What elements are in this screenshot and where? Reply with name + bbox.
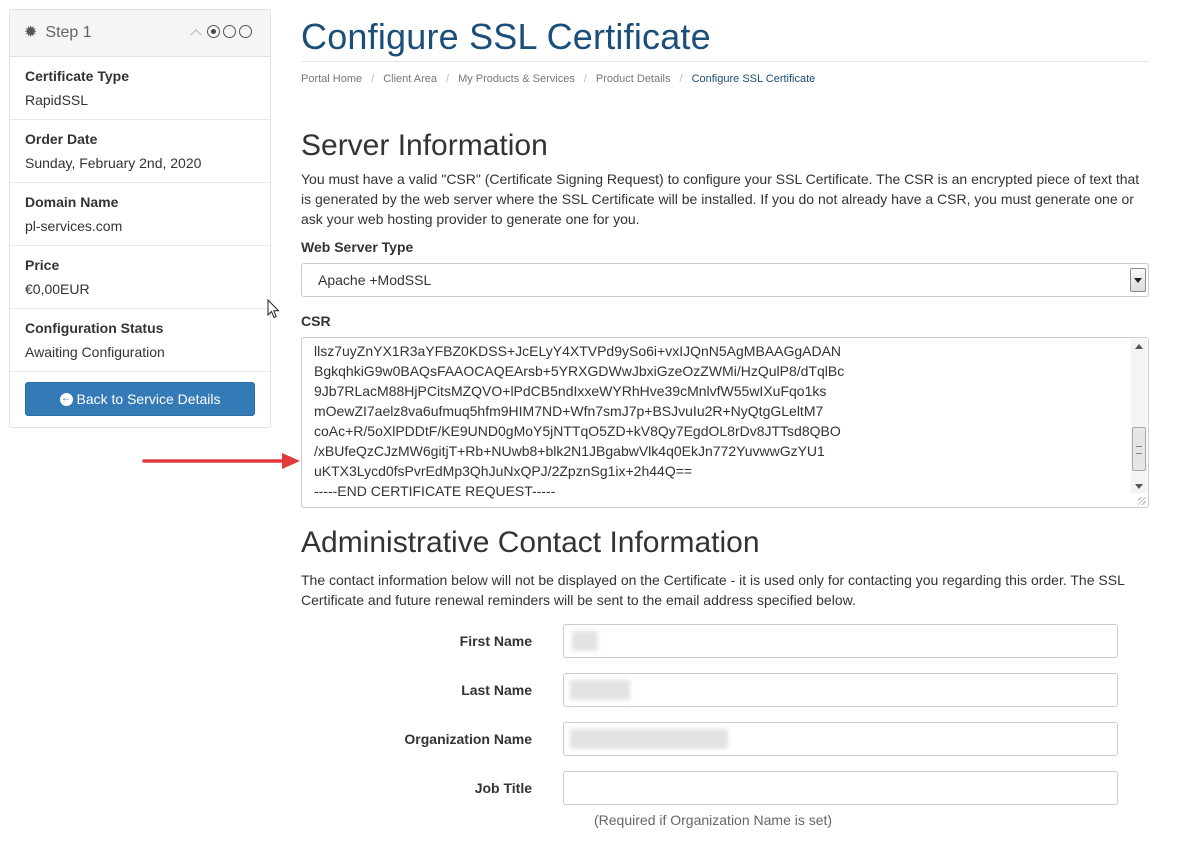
back-button-label: Back to Service Details: [76, 391, 221, 407]
server-information-heading: Server Information: [301, 129, 548, 162]
csr-textarea[interactable]: llsz7uyZnYX1R3aYFBZ0KDSS+JcELyY4XTVPd9yS…: [301, 337, 1149, 508]
organization-name-row: Organization Name: [301, 722, 1149, 756]
sidebar-item-domain-name: Domain Name pl-services.com: [10, 183, 270, 246]
breadcrumb: Portal Home / Client Area / My Products …: [301, 72, 1149, 86]
breadcrumb-separator: /: [583, 73, 587, 85]
csr-label: CSR: [301, 313, 331, 329]
csr-text: llsz7uyZnYX1R3aYFBZ0KDSS+JcELyY4XTVPd9yS…: [314, 343, 845, 499]
sidebar-item-label: Domain Name: [25, 194, 119, 210]
gear-icon: ✹: [24, 24, 38, 41]
breadcrumb-current: Configure SSL Certificate: [691, 73, 816, 85]
job-title-label: Job Title: [474, 780, 532, 796]
scroll-up-icon[interactable]: [1135, 344, 1143, 349]
scrollbar-thumb[interactable]: [1132, 427, 1146, 471]
step-title: Step 1: [45, 24, 92, 41]
breadcrumb-client-area[interactable]: Client Area: [383, 73, 437, 85]
sidebar-item-label: Order Date: [25, 131, 98, 147]
sidebar-item-value: RapidSSL: [25, 92, 89, 108]
last-name-row: Last Name: [301, 673, 1149, 707]
web-server-type-value: Apache +ModSSL: [318, 272, 432, 288]
sidebar-panel: ✹ Step 1 Certificate Type RapidSSL Order…: [9, 9, 271, 428]
breadcrumb-product-details[interactable]: Product Details: [596, 73, 671, 85]
sidebar-item-label: Configuration Status: [25, 320, 164, 336]
sidebar-item-price: Price €0,00EUR: [10, 246, 270, 309]
sidebar-item-order-date: Order Date Sunday, February 2nd, 2020: [10, 120, 270, 183]
organization-name-field[interactable]: [563, 722, 1118, 756]
sidebar-item-value: Awaiting Configuration: [25, 344, 165, 360]
sidebar-header: ✹ Step 1: [10, 10, 270, 57]
scroll-down-icon[interactable]: [1135, 484, 1143, 489]
sidebar-item-value: €0,00EUR: [25, 281, 90, 297]
breadcrumb-separator: /: [371, 73, 375, 85]
step-dot-1: [207, 25, 220, 38]
sidebar-item-value: pl-services.com: [25, 218, 123, 234]
sidebar-item-value: Sunday, February 2nd, 2020: [25, 155, 202, 171]
back-to-service-details-button[interactable]: ← Back to Service Details: [25, 382, 255, 416]
sidebar-item-label: Certificate Type: [25, 68, 129, 84]
last-name-label: Last Name: [461, 682, 532, 698]
breadcrumb-separator: /: [446, 73, 450, 85]
last-name-field[interactable]: [563, 673, 1118, 707]
step-indicator: [190, 25, 252, 40]
redacted-value: [572, 631, 598, 651]
step-dot-3: [239, 25, 252, 38]
job-title-field[interactable]: [563, 771, 1118, 805]
first-name-label: First Name: [459, 633, 532, 649]
organization-name-label: Organization Name: [404, 731, 532, 747]
chevron-down-icon[interactable]: [1130, 268, 1146, 292]
breadcrumb-my-products-services[interactable]: My Products & Services: [458, 73, 575, 85]
title-divider: [301, 61, 1149, 62]
arrow-left-circle-icon: ←: [59, 392, 73, 406]
chevron-up-icon: [190, 28, 202, 40]
main-content: Configure SSL Certificate Portal Home / …: [301, 0, 1149, 828]
breadcrumb-separator: /: [679, 73, 683, 85]
admin-contact-description: The contact information below will not b…: [301, 572, 1125, 608]
step-dot-2: [223, 25, 236, 38]
csr-scrollbar[interactable]: [1131, 339, 1147, 493]
annotation-arrow-icon: [142, 453, 300, 469]
web-server-type-label: Web Server Type: [301, 239, 414, 255]
sidebar-footer: ← Back to Service Details: [10, 372, 270, 427]
job-title-row: Job Title: [301, 771, 1149, 805]
sidebar-item-configuration-status: Configuration Status Awaiting Configurat…: [10, 309, 270, 372]
resize-handle-icon[interactable]: [1138, 497, 1146, 505]
web-server-type-select[interactable]: Apache +ModSSL: [301, 263, 1149, 297]
job-title-hint: (Required if Organization Name is set): [594, 812, 833, 828]
redacted-value: [570, 729, 728, 749]
redacted-value: [570, 680, 630, 700]
admin-contact-heading: Administrative Contact Information: [301, 526, 760, 559]
first-name-field[interactable]: [563, 624, 1118, 658]
breadcrumb-portal-home[interactable]: Portal Home: [301, 73, 362, 85]
page-title: Configure SSL Certificate: [301, 16, 711, 57]
first-name-row: First Name: [301, 624, 1149, 658]
sidebar-item-label: Price: [25, 257, 60, 273]
mouse-cursor-icon: [267, 299, 280, 319]
sidebar-item-certificate-type: Certificate Type RapidSSL: [10, 57, 270, 120]
server-information-description: You must have a valid "CSR" (Certificate…: [301, 171, 1140, 227]
